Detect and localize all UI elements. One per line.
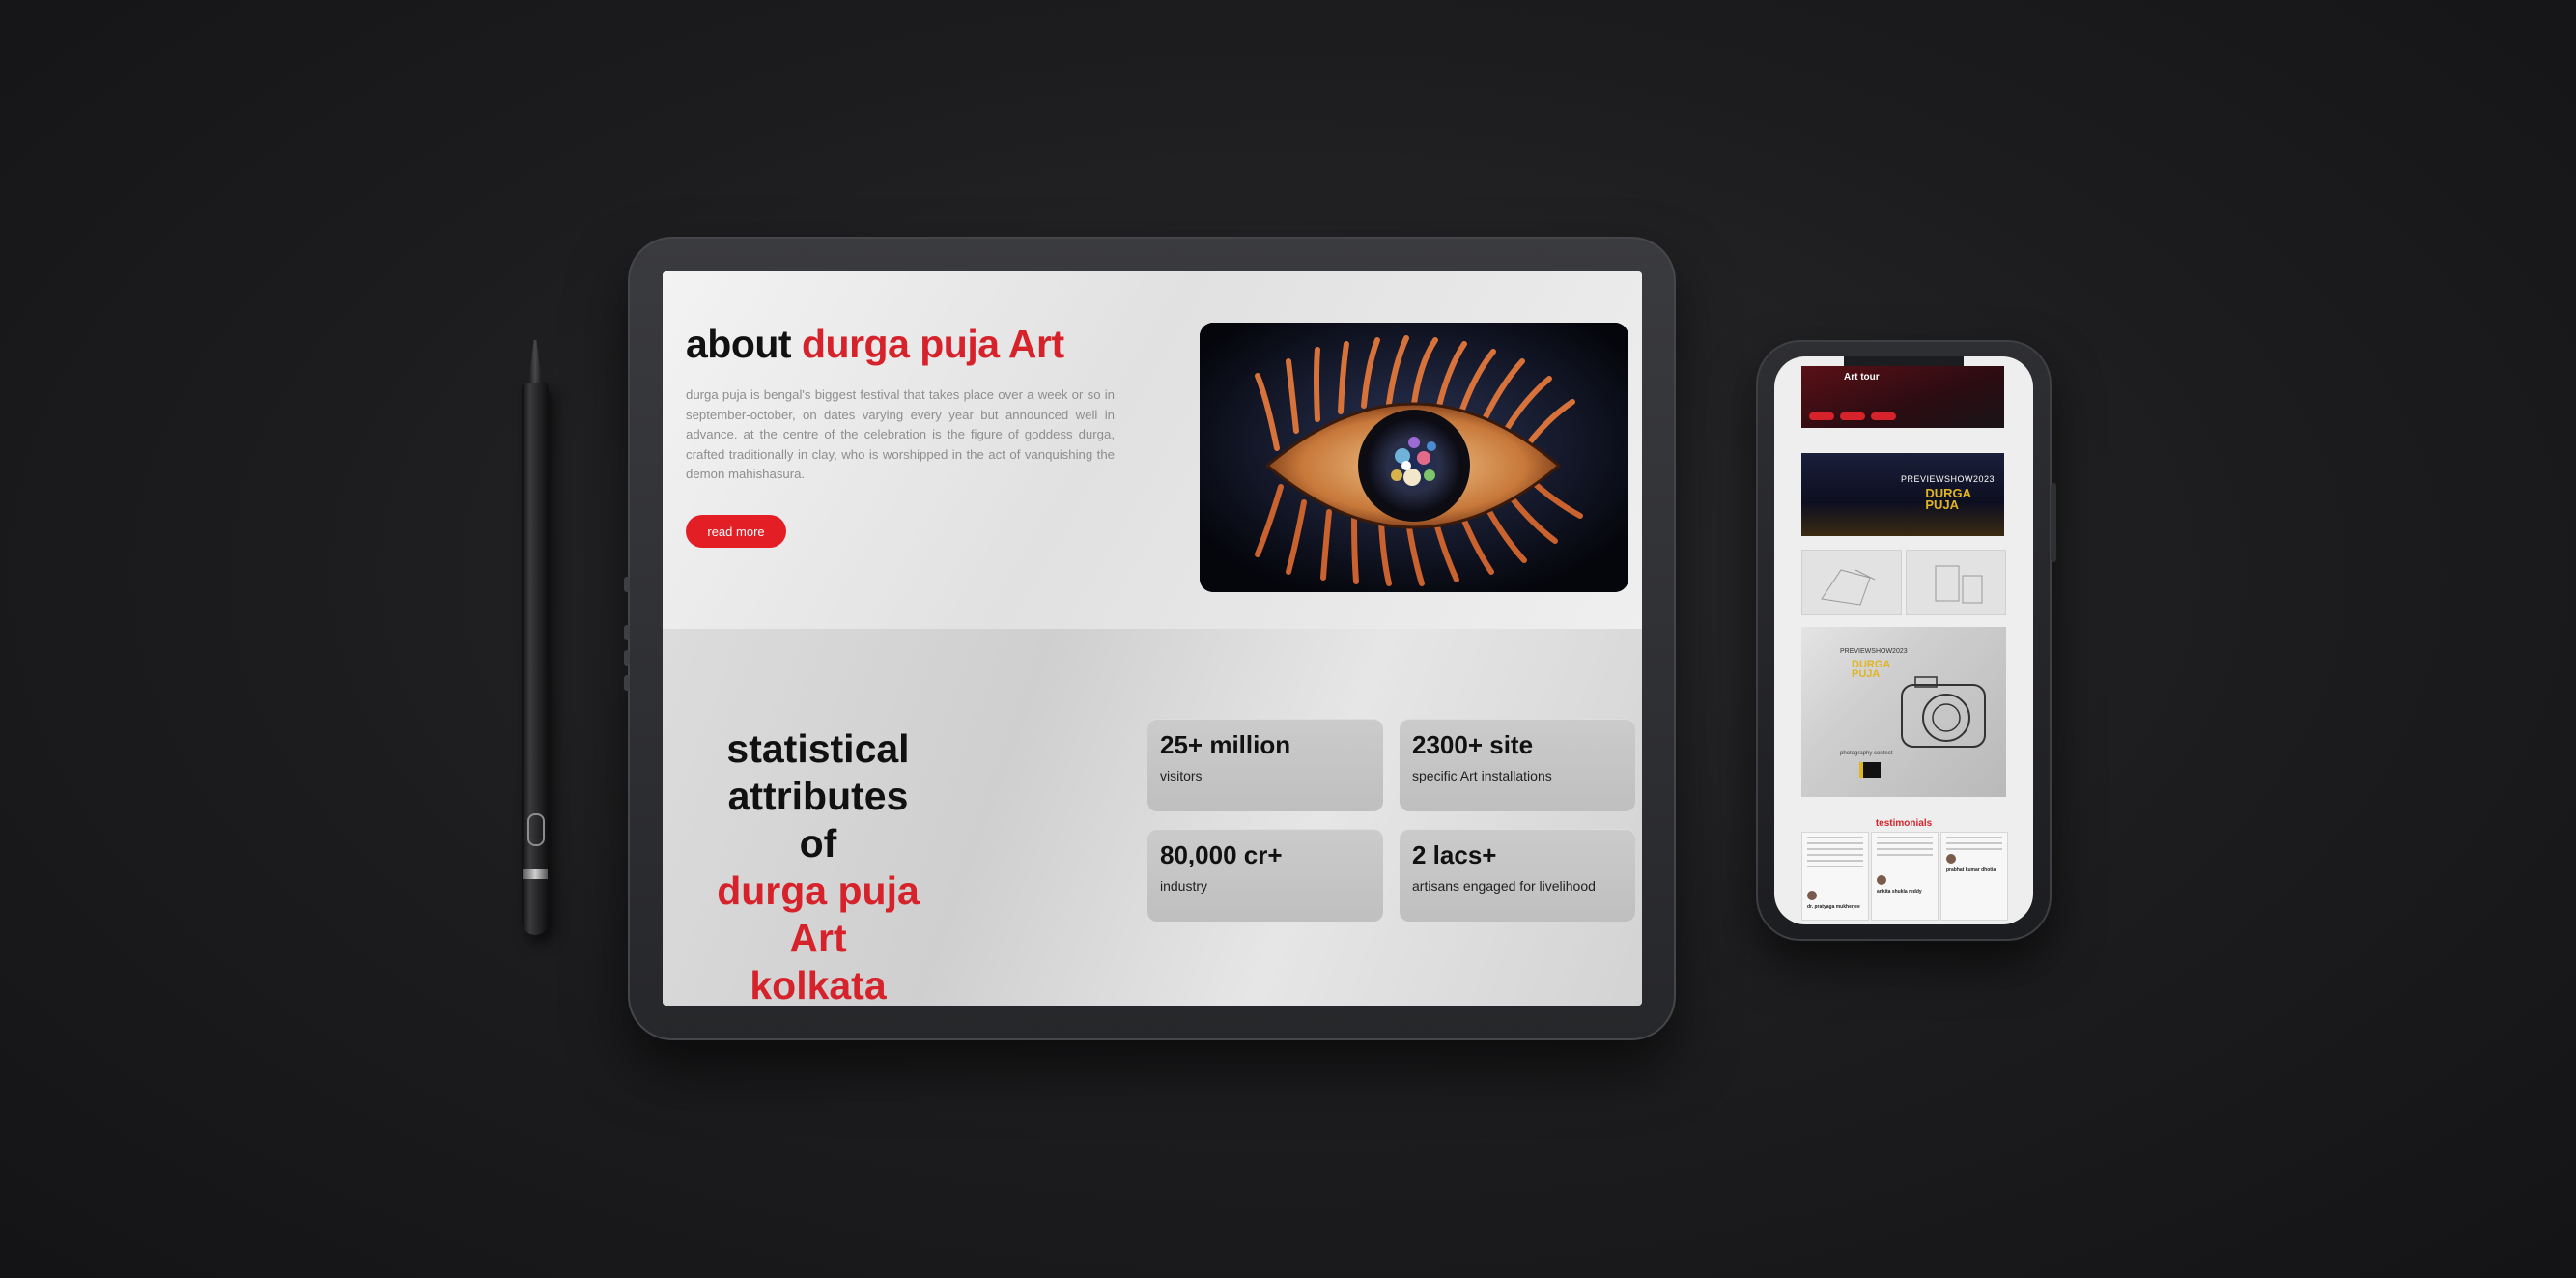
stat-label: artisans engaged for livelihood [1412, 878, 1596, 894]
testimonial-card: prabhat kumar dhotia [1940, 832, 2008, 921]
testimonial-card: ankita shukla reddy [1871, 832, 1939, 921]
stat-label: visitors [1160, 768, 1203, 783]
stat-value: 2 lacs+ [1412, 840, 1497, 869]
stat-label: industry [1160, 878, 1208, 894]
stat-value: 80,000 cr+ [1160, 840, 1283, 869]
stat-card-installations: 2300+ site specific Art installations [1400, 719, 1635, 811]
about-title-highlight: durga puja Art [801, 322, 1064, 366]
sketch-thumbnail[interactable] [1801, 550, 1902, 615]
photography-contest-card[interactable]: PREVIEWSHOW2023 DURGA PUJA photography c… [1801, 627, 2006, 797]
banner-button[interactable] [1871, 412, 1896, 420]
read-more-button[interactable]: read more [686, 515, 786, 548]
statistics-heading-line1: statistical attributes [726, 726, 910, 818]
stat-value: 2300+ site [1412, 730, 1534, 759]
statistics-heading: statistical attributes of durga puja Art… [692, 725, 945, 1006]
stat-card-visitors: 25+ million visitors [1147, 719, 1383, 811]
stylus-pencil [518, 340, 552, 935]
about-description: durga puja is bengal's biggest festival … [686, 387, 1115, 481]
banner-button[interactable] [1809, 412, 1834, 420]
stat-label: specific Art installations [1412, 768, 1552, 783]
testimonial-name: ankita shukla reddy [1877, 889, 1922, 895]
tablet-screen: about durga puja Art durga puja is benga… [663, 271, 1642, 1006]
camera-icon [1901, 676, 1986, 748]
phone-screen: Art tour PREVIEWSHOW2023 DURGA PUJA PREV… [1774, 356, 2033, 924]
durga-puja-logo: DURGA PUJA [1925, 487, 1971, 512]
photography-contest-text: photography contest [1840, 751, 1893, 756]
contest-logo-icon [1859, 762, 1881, 778]
statistics-heading-line2: of [799, 821, 837, 866]
logo-puja: PUJA [1925, 497, 1960, 512]
eye-sculpture-illustration [1200, 323, 1628, 592]
testimonial-name: prabhat kumar dhotia [1946, 867, 1996, 873]
sketch-thumbnail[interactable] [1906, 550, 2006, 615]
about-title: about durga puja Art [686, 322, 1064, 367]
stat-value: 25+ million [1160, 730, 1291, 759]
tablet-device: about durga puja Art durga puja is benga… [624, 237, 1676, 1040]
eye-sculpture-image [1200, 323, 1628, 592]
avatar [1807, 891, 1817, 900]
art-tour-banner[interactable]: Art tour [1801, 366, 2004, 428]
statistics-heading-line3: durga puja Art [717, 868, 920, 960]
avatar [1877, 875, 1886, 885]
statistics-heading-line4: kolkata [750, 963, 887, 1006]
sketch-icon [1935, 565, 1983, 604]
art-tour-title: Art tour [1844, 372, 1880, 383]
preview-show-text: PREVIEWSHOW2023 [1900, 474, 1995, 484]
about-section: about durga puja Art durga puja is benga… [663, 271, 1642, 629]
avatar [1946, 854, 1956, 864]
banner-button[interactable] [1840, 412, 1865, 420]
testimonial-card: dr. pratyaga mukherjee [1801, 832, 1869, 921]
testimonial-name: dr. pratyaga mukherjee [1807, 904, 1860, 910]
statistics-section: statistical attributes of durga puja Art… [663, 629, 1642, 1006]
testimonials-heading: testimonials [1875, 818, 1933, 829]
preview-show-banner[interactable]: PREVIEWSHOW2023 DURGA PUJA [1801, 453, 2004, 536]
phone-device: Art tour PREVIEWSHOW2023 DURGA PUJA PREV… [1756, 340, 2056, 941]
sketch-icon [1821, 569, 1876, 606]
about-title-prefix: about [686, 322, 802, 366]
stat-card-industry: 80,000 cr+ industry [1147, 829, 1383, 922]
stat-card-artisans: 2 lacs+ artisans engaged for livelihood [1400, 829, 1635, 922]
